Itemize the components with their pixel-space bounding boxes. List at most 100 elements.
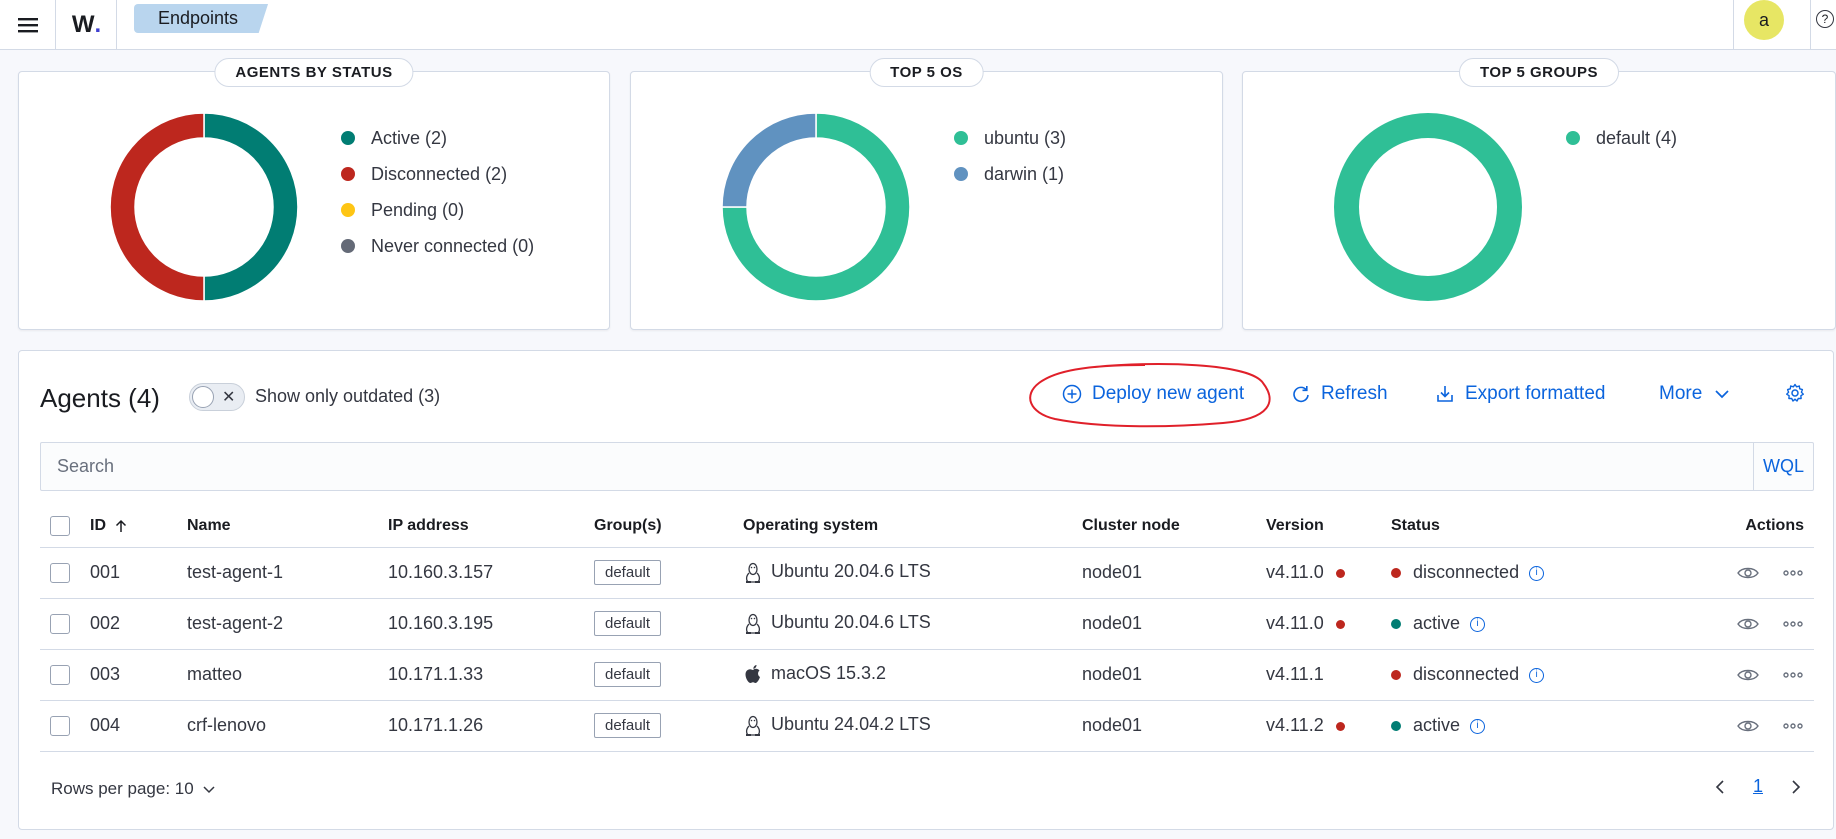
table-row[interactable]: 001 test-agent-1 10.160.3.157 default Ub… xyxy=(40,547,1814,599)
legend-item-darwin[interactable]: darwin (1) xyxy=(954,156,1066,192)
column-header-cluster-node[interactable]: Cluster node xyxy=(1082,506,1266,548)
donut-slice-darwin[interactable] xyxy=(721,112,817,208)
column-header-groups[interactable]: Group(s) xyxy=(594,506,743,548)
cell-name: crf-lenovo xyxy=(187,700,388,752)
groups-legend: default (4) xyxy=(1566,120,1677,156)
row-checkbox[interactable] xyxy=(50,665,70,686)
row-checkbox[interactable] xyxy=(50,716,70,737)
legend-item-default[interactable]: default (4) xyxy=(1566,120,1677,156)
cell-name: matteo xyxy=(187,649,388,701)
card-title: AGENTS BY STATUS xyxy=(214,58,414,87)
donut-slice-disconnected[interactable] xyxy=(109,112,205,302)
version-label: v4.11.0 xyxy=(1266,613,1324,633)
table-settings-button[interactable] xyxy=(1785,383,1805,403)
eye-icon[interactable] xyxy=(1737,566,1759,580)
refresh-button[interactable]: Refresh xyxy=(1291,383,1388,405)
donut-slice-active[interactable] xyxy=(203,112,299,302)
column-header-version[interactable]: Version xyxy=(1266,506,1391,548)
breadcrumb-endpoints[interactable]: Endpoints xyxy=(134,4,269,33)
cell-id: 003 xyxy=(90,649,187,701)
eye-icon[interactable] xyxy=(1737,719,1759,733)
group-badge[interactable]: default xyxy=(594,713,662,738)
help-icon[interactable]: ? xyxy=(1816,10,1834,28)
ellipsis-icon[interactable] xyxy=(1782,722,1804,730)
info-icon[interactable]: i xyxy=(1470,718,1486,734)
cell-os: macOS 15.3.2 xyxy=(743,649,1082,701)
menu-icon xyxy=(17,18,38,33)
donut-slice-default[interactable] xyxy=(1334,113,1522,301)
version-label: v4.11.2 xyxy=(1266,715,1324,735)
more-label: More xyxy=(1659,383,1703,404)
info-icon[interactable]: i xyxy=(1529,565,1545,581)
ellipsis-icon[interactable] xyxy=(1782,569,1804,577)
outdated-toggle[interactable]: ✕ xyxy=(189,383,245,411)
group-badge[interactable]: default xyxy=(594,560,662,585)
legend-item-disconnected[interactable]: Disconnected (2) xyxy=(341,156,534,192)
column-header-ip[interactable]: IP address xyxy=(388,506,594,548)
cell-id: 001 xyxy=(90,547,187,599)
ellipsis-icon[interactable] xyxy=(1782,671,1804,679)
status-dot xyxy=(1391,670,1401,681)
legend-dot xyxy=(341,167,355,181)
cell-actions xyxy=(1651,649,1814,701)
select-all-checkbox[interactable] xyxy=(50,516,70,537)
row-select-cell xyxy=(40,700,90,752)
logo-letter: W xyxy=(71,11,95,38)
column-header-id[interactable]: ID xyxy=(90,506,187,548)
cell-name: test-agent-2 xyxy=(187,598,388,650)
chevron-left-icon[interactable] xyxy=(1713,779,1727,795)
gear-icon xyxy=(1786,383,1804,402)
legend-item-active[interactable]: Active (2) xyxy=(341,120,534,156)
wql-button[interactable]: WQL xyxy=(1753,443,1813,490)
column-header-status[interactable]: Status xyxy=(1391,506,1651,548)
more-dropdown-button[interactable]: More xyxy=(1659,383,1732,405)
legend-label: Pending (0) xyxy=(371,199,465,220)
table-row[interactable]: 004 crf-lenovo 10.171.1.26 default Ubunt… xyxy=(40,700,1814,752)
rows-per-page-selector[interactable]: Rows per page: 10 xyxy=(51,779,216,799)
avatar[interactable]: a xyxy=(1744,0,1784,40)
deploy-new-agent-button[interactable]: Deploy new agent xyxy=(1062,383,1244,405)
linux-icon xyxy=(745,613,761,634)
hamburger-menu-button[interactable] xyxy=(0,0,56,50)
cell-os: Ubuntu 24.04.2 LTS xyxy=(743,700,1082,752)
chevron-right-icon[interactable] xyxy=(1789,779,1803,795)
export-formatted-button[interactable]: Export formatted xyxy=(1435,383,1605,405)
linux-icon xyxy=(745,715,761,736)
info-icon[interactable]: i xyxy=(1529,667,1545,683)
cell-status: disconnected i xyxy=(1391,649,1651,701)
column-header-os[interactable]: Operating system xyxy=(743,506,1082,548)
legend-item-never-connected[interactable]: Never connected (0) xyxy=(341,228,534,264)
legend-item-pending[interactable]: Pending (0) xyxy=(341,192,534,228)
row-checkbox[interactable] xyxy=(50,614,70,635)
page-number-current[interactable]: 1 xyxy=(1753,776,1763,797)
row-select-cell xyxy=(40,598,90,650)
refresh-icon xyxy=(1293,386,1309,403)
status-dot xyxy=(1391,568,1401,579)
status-donut-chart xyxy=(109,112,299,302)
deploy-label: Deploy new agent xyxy=(1092,383,1245,404)
table-row[interactable]: 003 matteo 10.171.1.33 default macOS 15.… xyxy=(40,649,1814,701)
legend-item-ubuntu[interactable]: ubuntu (3) xyxy=(954,120,1066,156)
group-badge[interactable]: default xyxy=(594,662,662,687)
select-all-cell xyxy=(40,506,90,548)
legend-label: Disconnected (2) xyxy=(371,163,508,184)
logo-dot: . xyxy=(94,11,102,38)
cell-status: disconnected i xyxy=(1391,547,1651,599)
eye-icon[interactable] xyxy=(1737,668,1759,682)
app-logo[interactable]: W. xyxy=(57,0,117,50)
cell-node: node01 xyxy=(1082,700,1266,752)
cell-ip: 10.160.3.195 xyxy=(388,598,594,650)
table-row[interactable]: 002 test-agent-2 10.160.3.195 default Ub… xyxy=(40,598,1814,650)
row-checkbox[interactable] xyxy=(50,563,70,584)
legend-dot xyxy=(341,239,355,253)
group-badge[interactable]: default xyxy=(594,611,662,636)
agents-table: ID Name IP address Group(s) Operating sy… xyxy=(40,506,1814,752)
search-input[interactable] xyxy=(41,443,1751,490)
info-icon[interactable]: i xyxy=(1470,616,1486,632)
ellipsis-icon[interactable] xyxy=(1782,620,1804,628)
status-label: disconnected xyxy=(1413,562,1520,582)
eye-icon[interactable] xyxy=(1737,617,1759,631)
column-header-name[interactable]: Name xyxy=(187,506,388,548)
legend-label: Active (2) xyxy=(371,127,448,148)
legend-label: ubuntu (3) xyxy=(984,127,1067,148)
